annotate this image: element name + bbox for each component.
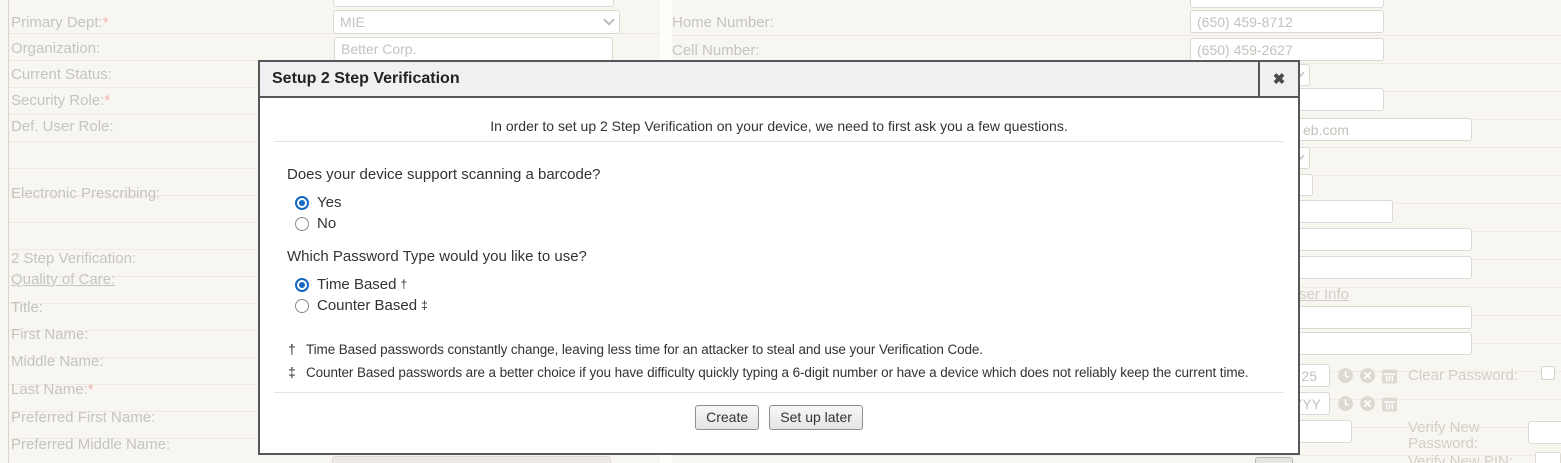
label-first-name: First Name: — [11, 326, 89, 343]
label-clear-password: Clear Password: — [1408, 367, 1518, 384]
double-dagger-symbol: ‡ — [421, 298, 428, 312]
user-info-link[interactable]: ser Info — [1299, 286, 1349, 303]
set-up-later-button[interactable]: Set up later — [769, 405, 863, 430]
dialog-actions: Create Set up later — [260, 405, 1298, 430]
label-last-name: Last Name:* — [11, 381, 94, 398]
password-type-options: Time Based † Counter Based ‡ — [295, 274, 1298, 316]
required-asterisk: * — [88, 381, 94, 398]
label-security-role: Security Role:* — [11, 92, 110, 109]
required-asterisk: * — [104, 92, 110, 109]
chevron-down-icon — [603, 14, 614, 25]
setup-2-step-verification-dialog: Setup 2 Step Verification ✖ In order to … — [258, 60, 1300, 455]
option-yes[interactable]: Yes — [295, 192, 1298, 213]
clear-icon[interactable] — [1359, 395, 1376, 412]
partial-element-bottom-left[interactable] — [332, 456, 611, 463]
label-organization: Organization: — [11, 40, 100, 57]
clear-password-checkbox[interactable] — [1541, 366, 1555, 380]
clear-icon[interactable] — [1359, 367, 1376, 384]
calendar-icon[interactable] — [1381, 367, 1398, 384]
footnote-time-based: † Time Based passwords constantly change… — [288, 338, 1284, 361]
partial-input-top-left[interactable] — [333, 0, 614, 7]
partial-element-bottom-right[interactable] — [1255, 457, 1293, 463]
close-button[interactable]: ✖ — [1258, 62, 1298, 96]
divider — [274, 392, 1284, 393]
verify-new-pin-input[interactable] — [1535, 452, 1561, 463]
label-home-number: Home Number: — [672, 14, 774, 31]
screen: Primary Dept:* Organization: Current Sta… — [0, 0, 1561, 463]
question-barcode: Does your device support scanning a barc… — [287, 166, 1298, 183]
label-2-step-verification: 2 Step Verification: — [11, 250, 136, 267]
home-number-input[interactable]: (650) 459-8712 — [1190, 10, 1384, 33]
clock-icon[interactable] — [1337, 395, 1354, 412]
calendar-icon[interactable] — [1381, 395, 1398, 412]
footnote-counter-based: ‡ Counter Based passwords are a better c… — [288, 361, 1284, 384]
verify-new-password-input[interactable] — [1528, 421, 1561, 444]
label-preferred-middle-name: Preferred Middle Name: — [11, 436, 170, 453]
barcode-options: Yes No — [295, 192, 1298, 234]
left-border-line — [8, 0, 9, 463]
required-asterisk: * — [103, 14, 109, 31]
label-title: Title: — [11, 299, 43, 316]
dialog-header[interactable]: Setup 2 Step Verification ✖ — [260, 62, 1298, 98]
radio-time-based[interactable] — [295, 278, 309, 292]
organization-input[interactable]: Better Corp. — [334, 37, 613, 61]
link-quality-of-care[interactable]: Quality of Care: — [11, 271, 115, 288]
label-def-user-role: Def. User Role: — [11, 118, 114, 135]
intro-text: In order to set up 2 Step Verification o… — [274, 118, 1284, 142]
label-primary-dept: Primary Dept:* — [11, 14, 109, 31]
clock-icon[interactable] — [1337, 367, 1354, 384]
question-password-type: Which Password Type would you like to us… — [287, 248, 1298, 265]
cell-number-input[interactable]: (650) 459-2627 — [1190, 38, 1384, 61]
dagger-symbol: † — [400, 277, 407, 291]
partial-input-top-right[interactable] — [1190, 0, 1384, 8]
create-button[interactable]: Create — [695, 405, 759, 430]
label-verify-new-pin: Verify New PIN: — [1408, 453, 1513, 463]
radio-counter-based[interactable] — [295, 299, 309, 313]
dialog-body: In order to set up 2 Step Verification o… — [260, 118, 1298, 430]
dialog-title: Setup 2 Step Verification — [260, 62, 1258, 96]
label-verify-new-password: Verify New Password: — [1408, 420, 1533, 452]
label-cell-number: Cell Number: — [672, 42, 760, 59]
option-time-based[interactable]: Time Based † — [295, 274, 1298, 295]
primary-dept-select[interactable]: MIE — [333, 10, 620, 34]
option-no[interactable]: No — [295, 213, 1298, 234]
close-icon: ✖ — [1273, 70, 1286, 88]
label-preferred-first-name: Preferred First Name: — [11, 409, 155, 426]
label-electronic-prescribing: Electronic Prescribing: — [11, 185, 160, 202]
radio-no[interactable] — [295, 217, 309, 231]
option-counter-based[interactable]: Counter Based ‡ — [295, 295, 1298, 316]
radio-yes[interactable] — [295, 196, 309, 210]
label-current-status: Current Status: — [11, 66, 112, 83]
footnotes: † Time Based passwords constantly change… — [288, 338, 1284, 384]
label-middle-name: Middle Name: — [11, 353, 104, 370]
